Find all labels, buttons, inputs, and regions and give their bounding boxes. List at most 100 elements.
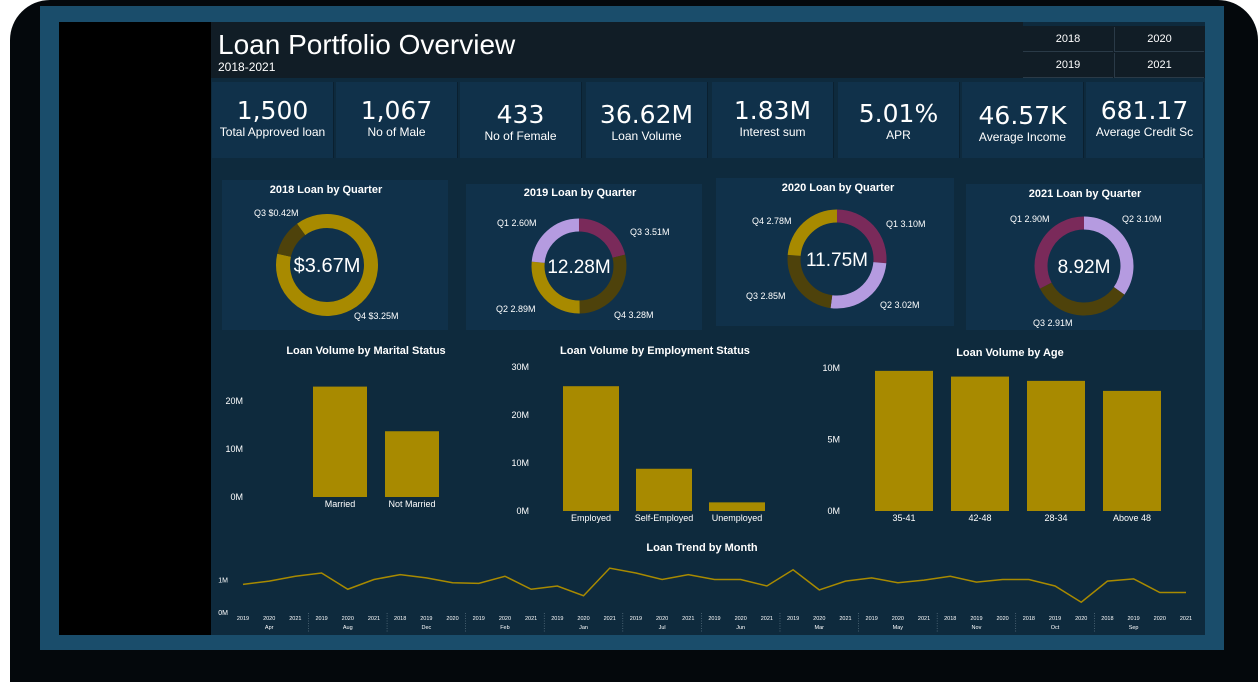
donut-slice-label: Q2 3.02M xyxy=(880,300,920,310)
donut-slice-label: Q2 2.89M xyxy=(496,304,536,314)
bar xyxy=(951,376,1009,511)
x-group-label: Jul xyxy=(659,625,666,631)
x-group-label: May xyxy=(893,625,904,631)
x-tick-label: 2021 xyxy=(368,616,380,622)
x-tick-label: 2018 xyxy=(944,616,956,622)
x-tick-label: 2020 xyxy=(1154,616,1166,622)
x-tick-label: 2020 xyxy=(577,616,589,622)
donut-center-value: $3.67M xyxy=(294,255,361,277)
x-group-label: Oct xyxy=(1051,625,1060,631)
x-tick-label: 2019 xyxy=(708,616,720,622)
donut-slice-label: Q1 2.60M xyxy=(497,218,537,228)
donut-slice-label: Q3 2.85M xyxy=(746,291,786,301)
x-group-label: Jan xyxy=(579,625,588,631)
x-tick-label: 2019 xyxy=(1049,616,1061,622)
x-tick-label: 2019 xyxy=(315,616,327,622)
y-tick-label: 10M xyxy=(511,458,529,468)
y-tick-label: 10M xyxy=(822,363,840,373)
bar xyxy=(709,502,765,511)
bar xyxy=(636,468,692,511)
y-tick-label: 0M xyxy=(516,506,529,516)
x-tick-label: 2021 xyxy=(525,616,537,622)
x-tick-label: 2020 xyxy=(342,616,354,622)
donut-slice-label: Q1 2.90M xyxy=(1010,214,1050,224)
donut-slice-label: Q4 2.78M xyxy=(752,216,792,226)
x-tick-label: 2021 xyxy=(1180,616,1192,622)
x-tick-label: 2020 xyxy=(1075,616,1087,622)
donut-center-value: 11.75M xyxy=(806,250,868,271)
x-tick-label: Not Married xyxy=(388,499,435,509)
x-group-label: Dec xyxy=(421,625,431,631)
y-tick-label: 20M xyxy=(225,396,243,406)
donut-center-value: 8.92M xyxy=(1058,257,1111,278)
x-tick-label: 2020 xyxy=(735,616,747,622)
y-tick-label: 30M xyxy=(511,362,529,372)
y-tick-label: 10M xyxy=(225,444,243,454)
x-tick-label: 2021 xyxy=(761,616,773,622)
x-group-label: Apr xyxy=(265,625,274,631)
y-tick-label: 20M xyxy=(511,410,529,420)
donut-slice-label: Q4 3.28M xyxy=(614,310,654,320)
bar xyxy=(385,431,439,497)
bar xyxy=(1027,380,1085,511)
bar xyxy=(313,386,367,497)
x-tick-label: 42-48 xyxy=(968,513,991,523)
x-tick-label: Above 48 xyxy=(1113,513,1151,523)
x-tick-label: 2019 xyxy=(787,616,799,622)
bar xyxy=(563,386,619,511)
donut-slice-label: Q4 $3.25M xyxy=(354,311,399,321)
x-tick-label: 2018 xyxy=(394,616,406,622)
donut-slice-label: Q3 2.91M xyxy=(1033,318,1073,328)
x-tick-label: Married xyxy=(325,499,356,509)
y-tick-label: 0M xyxy=(827,506,840,516)
x-tick-label: 2021 xyxy=(918,616,930,622)
x-tick-label: 2020 xyxy=(813,616,825,622)
x-group-label: Mar xyxy=(815,625,825,631)
x-tick-label: 2018 xyxy=(1023,616,1035,622)
x-tick-label: 2021 xyxy=(682,616,694,622)
x-group-label: Jun xyxy=(736,625,745,631)
charts-layer: $3.67M Q3 $0.42M Q4 $3.25M 12.28M Q1 2.60M Q3… xyxy=(218,208,1192,632)
bar xyxy=(875,370,933,511)
donut-slice xyxy=(277,223,306,258)
x-tick-label: 2020 xyxy=(499,616,511,622)
x-tick-label: 2019 xyxy=(420,616,432,622)
donut-slice-label: Q2 3.10M xyxy=(1122,214,1162,224)
x-group-label: Nov xyxy=(972,625,982,631)
y-tick-label: 0M xyxy=(218,610,228,617)
x-tick-label: 28-34 xyxy=(1044,513,1067,523)
x-tick-label: Unemployed xyxy=(712,513,763,523)
x-tick-label: 2020 xyxy=(997,616,1009,622)
y-tick-label: 1M xyxy=(218,578,228,585)
trend-line xyxy=(242,567,1186,604)
x-tick-label: Employed xyxy=(571,513,611,523)
x-group-label: Sep xyxy=(1129,625,1139,631)
x-tick-label: 2019 xyxy=(473,616,485,622)
x-tick-label: 2020 xyxy=(263,616,275,622)
x-tick-label: 2019 xyxy=(970,616,982,622)
x-tick-label: 2020 xyxy=(656,616,668,622)
x-tick-label: 2018 xyxy=(1101,616,1113,622)
bar xyxy=(1103,390,1161,511)
x-tick-label: 2019 xyxy=(1127,616,1139,622)
y-tick-label: 5M xyxy=(827,435,840,445)
x-tick-label: 2020 xyxy=(446,616,458,622)
donut-slice-label: Q3 3.51M xyxy=(630,227,670,237)
donut-slice-label: Q3 $0.42M xyxy=(254,208,299,218)
donut-slice xyxy=(578,218,626,259)
x-group-label: Feb xyxy=(500,625,509,631)
x-tick-label: 35-41 xyxy=(892,513,915,523)
donut-slice-label: Q1 3.10M xyxy=(886,219,926,229)
x-tick-label: 2021 xyxy=(289,616,301,622)
x-tick-label: 2019 xyxy=(866,616,878,622)
y-tick-label: 0M xyxy=(230,492,243,502)
donut-center-value: 12.28M xyxy=(547,257,610,278)
x-tick-label: 2020 xyxy=(892,616,904,622)
x-tick-label: 2019 xyxy=(630,616,642,622)
x-tick-label: 2021 xyxy=(604,616,616,622)
x-tick-label: 2019 xyxy=(237,616,249,622)
x-tick-label: 2021 xyxy=(839,616,851,622)
x-tick-label: 2019 xyxy=(551,616,563,622)
donut-slice xyxy=(1039,282,1125,316)
x-tick-label: Self-Employed xyxy=(635,513,694,523)
